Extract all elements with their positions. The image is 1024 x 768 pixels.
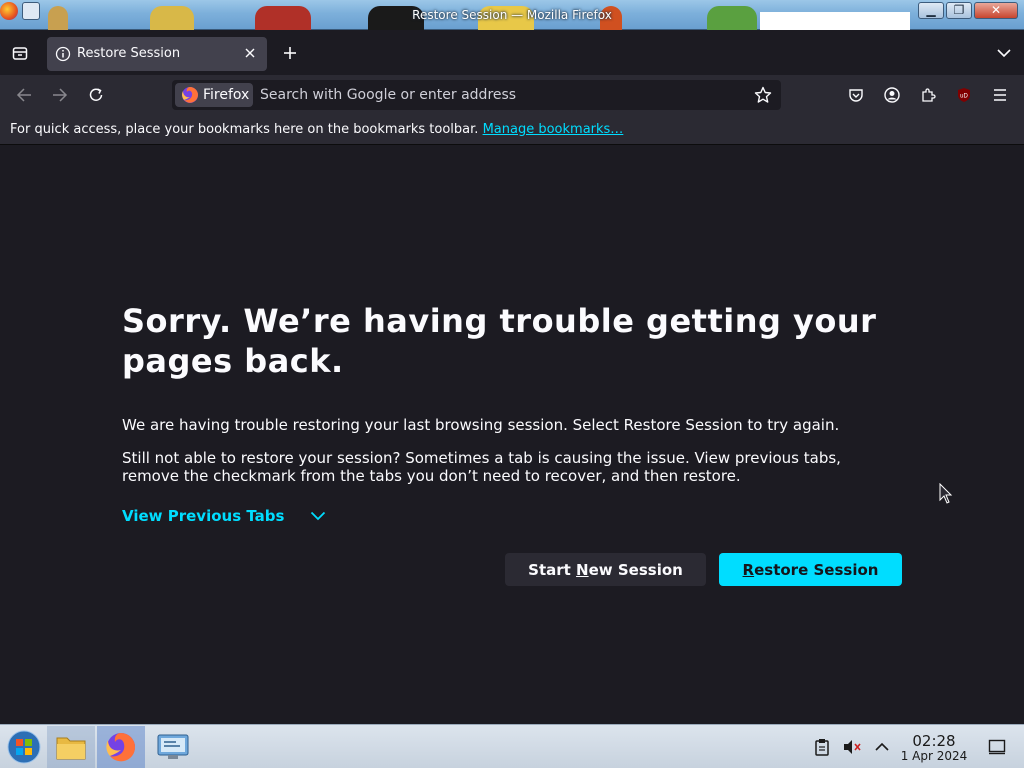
clipboard-icon	[815, 739, 829, 756]
reload-button[interactable]	[80, 79, 112, 111]
firefox-view-icon	[12, 47, 28, 60]
start-menu-icon	[7, 730, 41, 764]
pocket-button[interactable]	[840, 79, 872, 111]
back-arrow-icon	[16, 88, 31, 102]
speaker-muted-icon	[844, 740, 861, 754]
info-icon	[55, 46, 71, 62]
bookmarks-toolbar: For quick access, place your bookmarks h…	[0, 115, 1024, 145]
svg-text:uD: uD	[960, 94, 968, 100]
identity-label: Firefox	[203, 87, 250, 103]
close-window-button[interactable]: ✕	[974, 2, 1018, 19]
view-previous-tabs-toggle[interactable]: View Previous Tabs	[122, 507, 326, 525]
page-title: Sorry. We’re having trouble getting your…	[122, 302, 877, 380]
tab-label: Restore Session	[77, 46, 181, 61]
taskbar-system-settings[interactable]	[149, 726, 197, 768]
new-tab-button[interactable]	[274, 37, 306, 69]
taskbar: 02:28 1 Apr 2024	[0, 724, 1024, 768]
restore-description: We are having trouble restoring your las…	[122, 416, 840, 434]
extensions-button[interactable]	[912, 79, 944, 111]
clock-time: 02:28	[912, 732, 956, 750]
forward-button[interactable]	[44, 79, 76, 111]
bookmark-star-button[interactable]	[754, 86, 772, 104]
tab-close-button[interactable]	[241, 44, 259, 62]
chevron-down-icon	[311, 511, 326, 521]
puzzle-icon	[922, 88, 936, 102]
app-menu-button[interactable]	[984, 79, 1016, 111]
back-button[interactable]	[8, 79, 40, 111]
start-new-session-label-post: ew Session	[588, 560, 683, 579]
show-desktop-button[interactable]	[975, 726, 1019, 768]
hamburger-menu-icon	[994, 89, 1006, 101]
start-new-session-label-pre: Start	[528, 560, 577, 579]
taskbar-file-manager[interactable]	[47, 726, 95, 768]
close-icon	[245, 48, 255, 58]
chevron-up-icon	[875, 742, 889, 751]
restore-session-button[interactable]: Restore Session	[719, 553, 902, 586]
access-key-n: N	[576, 560, 589, 579]
ublock-origin-button[interactable]: uD	[948, 79, 980, 111]
restore-session-label-post: estore Session	[754, 560, 879, 579]
plus-icon	[284, 47, 296, 59]
list-all-tabs-button[interactable]	[988, 37, 1020, 69]
folder-icon	[56, 737, 86, 760]
clock-date: 1 Apr 2024	[900, 749, 968, 763]
account-button[interactable]	[876, 79, 908, 111]
chevron-down-icon	[997, 49, 1011, 58]
window-title: Restore Session — Mozilla Firefox	[412, 8, 612, 22]
address-input[interactable]	[260, 84, 740, 106]
maximize-button[interactable]: ❐	[946, 2, 972, 19]
view-previous-tabs-label: View Previous Tabs	[122, 507, 285, 525]
page-content: Sorry. We’re having trouble getting your…	[0, 145, 1024, 724]
system-settings-icon	[157, 734, 189, 759]
access-key-r: R	[742, 560, 755, 579]
bookmarks-toolbar-message: For quick access, place your bookmarks h…	[10, 122, 623, 137]
desktop-icon	[988, 739, 1006, 755]
bookmarks-message-text: For quick access, place your bookmarks h…	[10, 122, 479, 137]
minimize-button[interactable]: ▁	[918, 2, 944, 19]
taskbar-clock[interactable]: 02:28 1 Apr 2024	[898, 733, 970, 763]
firefox-icon	[106, 733, 136, 762]
ublock-origin-icon: uD	[958, 88, 970, 102]
account-icon	[884, 87, 900, 103]
forward-arrow-icon	[53, 88, 68, 102]
start-new-session-button[interactable]: Start New Session	[505, 553, 706, 586]
firefox-logo-icon	[182, 87, 198, 103]
firefox-view-button[interactable]	[4, 37, 36, 69]
star-icon	[754, 86, 772, 103]
manage-bookmarks-link[interactable]: Manage bookmarks…	[483, 122, 624, 137]
window-titlebar: Restore Session — Mozilla Firefox ▁ ❐ ✕	[0, 0, 1024, 30]
reload-icon	[89, 88, 103, 101]
mouse-cursor-icon	[939, 483, 953, 504]
url-bar[interactable]: Firefox	[172, 80, 781, 110]
start-button[interactable]	[0, 726, 48, 768]
pocket-icon	[849, 89, 863, 102]
identity-box[interactable]: Firefox	[175, 83, 253, 107]
taskbar-firefox[interactable]	[97, 726, 145, 768]
tab-restore-session[interactable]: Restore Session	[47, 37, 267, 71]
restore-help-text: Still not able to restore your session? …	[122, 449, 841, 485]
